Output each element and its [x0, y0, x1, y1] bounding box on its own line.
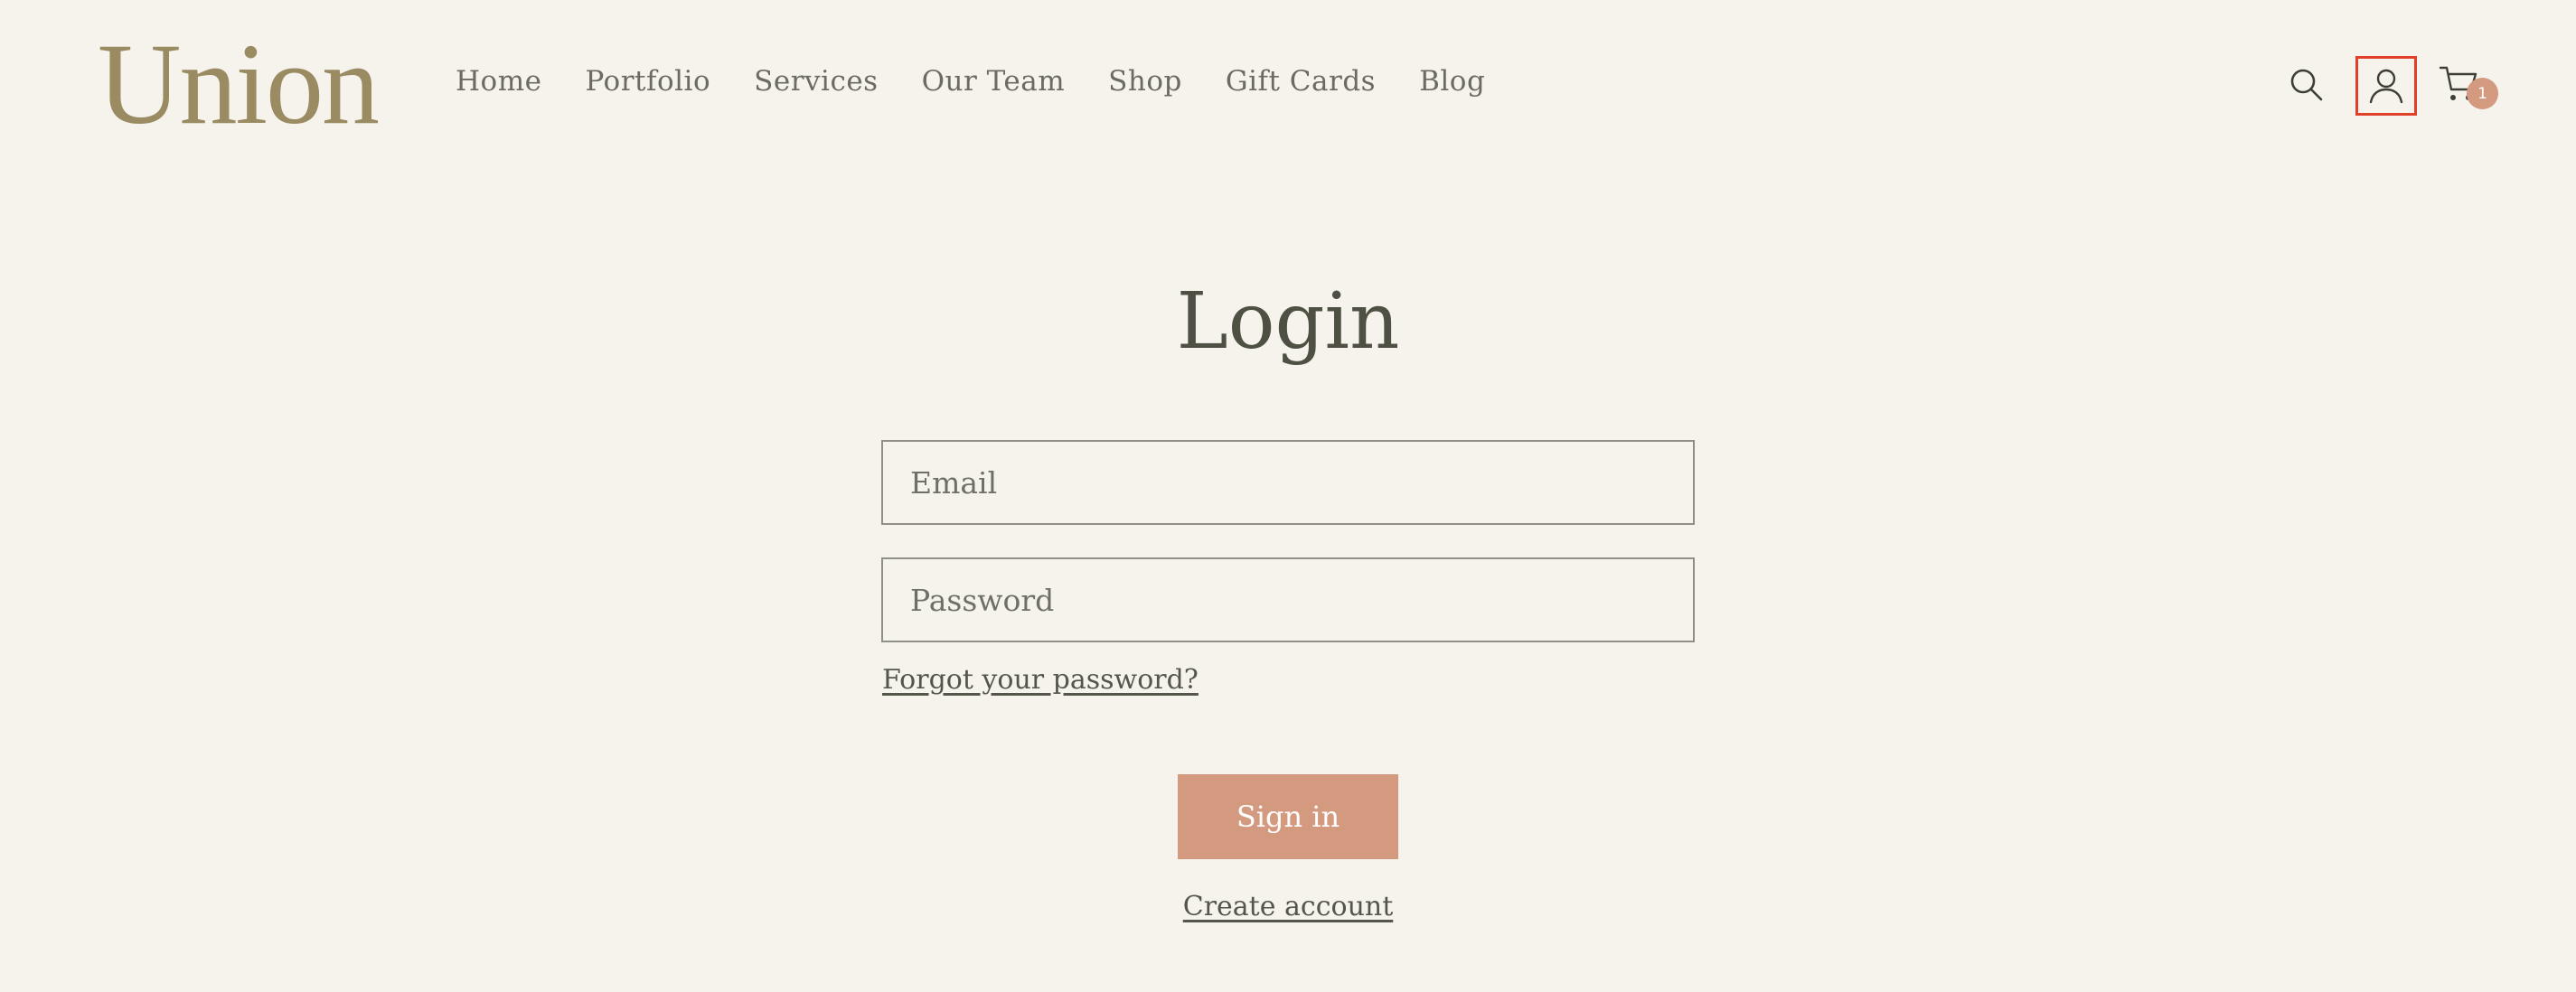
nav-our-team[interactable]: Our Team	[922, 63, 1066, 99]
cart-count-badge: 1	[2467, 78, 2498, 109]
search-icon	[2290, 69, 2323, 101]
nav-portfolio[interactable]: Portfolio	[585, 63, 710, 99]
forgot-password-link[interactable]: Forgot your password?	[882, 662, 1199, 698]
nav-shop[interactable]: Shop	[1108, 63, 1182, 99]
create-account-link[interactable]: Create account	[1183, 891, 1394, 922]
sign-in-button[interactable]: Sign in	[1178, 774, 1398, 859]
nav-home[interactable]: Home	[456, 63, 541, 99]
search-button[interactable]	[2285, 63, 2328, 107]
logo[interactable]: Union	[98, 16, 380, 152]
account-icon	[2369, 69, 2403, 104]
site-header: Union Home Portfolio Services Our Team S…	[0, 0, 2576, 163]
email-field[interactable]	[881, 440, 1695, 525]
page-title: Login	[1176, 276, 1400, 367]
nav-services[interactable]: Services	[754, 63, 878, 99]
nav-gift-cards[interactable]: Gift Cards	[1226, 63, 1376, 99]
main-nav: Home Portfolio Services Our Team Shop Gi…	[456, 63, 1485, 99]
nav-blog[interactable]: Blog	[1419, 63, 1485, 99]
account-button[interactable]	[2355, 56, 2417, 116]
password-field[interactable]	[881, 557, 1695, 642]
create-account-row: Create account	[0, 889, 2576, 925]
